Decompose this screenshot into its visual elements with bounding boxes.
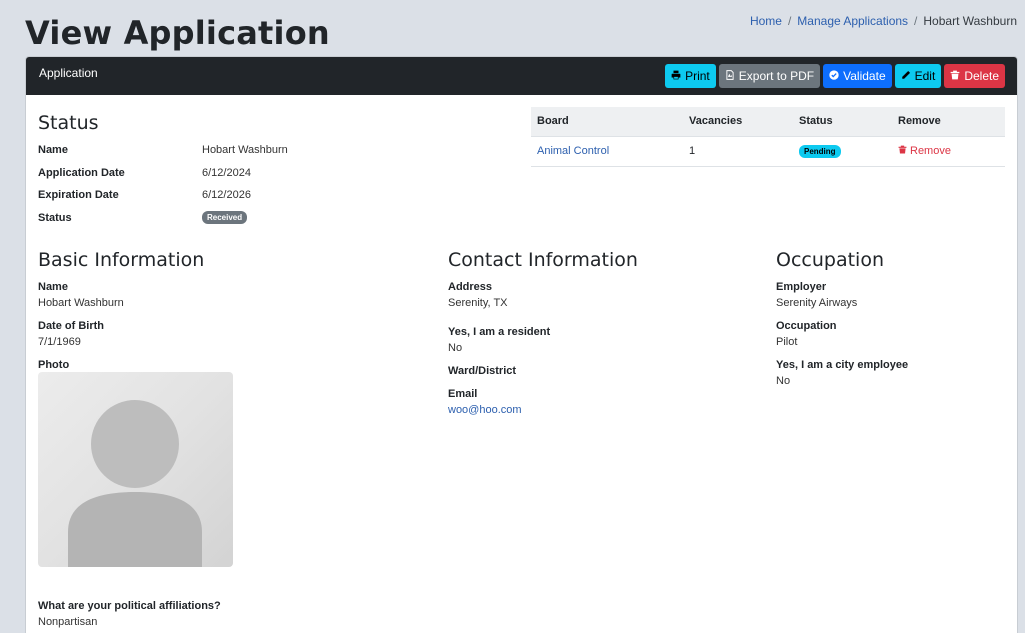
employer-label: Employer: [776, 281, 827, 293]
remove-cell: Remove: [892, 136, 1005, 167]
application-date-label: Application Date: [38, 167, 125, 179]
printer-icon: [671, 69, 681, 83]
resident-value: No: [448, 342, 463, 354]
action-toolbar: Print Export to PDF Validate Edit Delete: [665, 64, 1005, 88]
edit-button[interactable]: Edit: [894, 64, 942, 88]
ward-district-label: Ward/District: [448, 365, 517, 377]
status-name-value: Hobart Washburn: [202, 144, 288, 156]
delete-button-label: Delete: [964, 69, 999, 83]
trash-icon: [898, 145, 907, 157]
pdf-file-icon: [725, 69, 735, 83]
column-header-vacancies: Vacancies: [683, 107, 793, 137]
column-header-board: Board: [531, 107, 683, 137]
pencil-icon: [901, 69, 911, 83]
contact-information-heading: Contact Information: [448, 249, 638, 271]
status-label: Status: [38, 212, 72, 224]
board-link[interactable]: Animal Control: [537, 145, 609, 157]
breadcrumb-manage-applications-link[interactable]: Manage Applications: [797, 14, 908, 28]
resident-label: Yes, I am a resident: [448, 326, 551, 338]
date-of-birth-value: 7/1/1969: [38, 336, 81, 348]
edit-button-label: Edit: [914, 69, 936, 83]
breadcrumb: Home / Manage Applications / Hobart Wash…: [750, 14, 1017, 28]
photo-label: Photo: [38, 359, 70, 371]
expiration-date-value: 6/12/2026: [202, 189, 251, 201]
application-card: Application Print Export to PDF Validate: [25, 56, 1018, 633]
breadcrumb-current: Hobart Washburn: [923, 14, 1017, 28]
avatar-placeholder-icon: [38, 372, 233, 567]
status-heading: Status: [38, 112, 99, 134]
board-table: Board Vacancies Status Remove Animal Con…: [531, 107, 1005, 167]
page-title: View Application: [25, 14, 330, 52]
trash-icon: [950, 69, 960, 83]
email-link[interactable]: woo@hoo.com: [448, 404, 522, 416]
occupation-label: Occupation: [776, 320, 837, 332]
column-header-remove: Remove: [892, 107, 1005, 137]
basic-name-label: Name: [38, 281, 68, 293]
application-date-value: 6/12/2024: [202, 167, 251, 179]
date-of-birth-label: Date of Birth: [38, 320, 104, 332]
check-circle-icon: [829, 69, 839, 83]
basic-information-heading: Basic Information: [38, 249, 205, 271]
print-button[interactable]: Print: [665, 64, 716, 88]
city-employee-value: No: [776, 375, 791, 387]
employer-value: Serenity Airways: [776, 297, 858, 309]
expiration-date-label: Expiration Date: [38, 189, 119, 201]
pending-badge: Pending: [799, 144, 841, 158]
remove-label: Remove: [910, 145, 951, 157]
card-header-title: Application: [39, 66, 98, 80]
delete-button[interactable]: Delete: [944, 64, 1005, 88]
export-pdf-button-label: Export to PDF: [738, 69, 815, 83]
political-affiliation-value: Nonpartisan: [38, 616, 98, 628]
print-button-label: Print: [685, 69, 710, 83]
email-label: Email: [448, 388, 478, 400]
breadcrumb-home-link[interactable]: Home: [750, 14, 782, 28]
board-cell: Animal Control: [531, 136, 683, 167]
breadcrumb-separator: /: [914, 14, 918, 28]
status-name-label: Name: [38, 144, 68, 156]
validate-button-label: Validate: [843, 69, 886, 83]
column-header-status: Status: [793, 107, 892, 137]
address-label: Address: [448, 281, 493, 293]
table-row: Animal Control 1 Pending Remove: [531, 136, 1005, 167]
status-badge: Received: [202, 211, 248, 224]
export-pdf-button[interactable]: Export to PDF: [718, 64, 821, 88]
validate-button[interactable]: Validate: [823, 64, 892, 88]
political-affiliation-label: What are your political affiliations?: [38, 600, 221, 612]
occupation-value: Pilot: [776, 336, 798, 348]
remove-board-link[interactable]: Remove: [898, 145, 951, 157]
vacancies-cell: 1: [683, 136, 793, 167]
status-value: Received: [202, 211, 248, 224]
board-status-cell: Pending: [793, 136, 892, 167]
basic-name-value: Hobart Washburn: [38, 297, 124, 309]
breadcrumb-separator: /: [787, 14, 792, 28]
city-employee-label: Yes, I am a city employee: [776, 359, 909, 371]
address-value: Serenity, TX: [448, 297, 508, 309]
card-header: Application Print Export to PDF Validate: [26, 57, 1017, 95]
occupation-heading: Occupation: [776, 249, 884, 271]
board-table-header-row: Board Vacancies Status Remove: [531, 107, 1005, 137]
